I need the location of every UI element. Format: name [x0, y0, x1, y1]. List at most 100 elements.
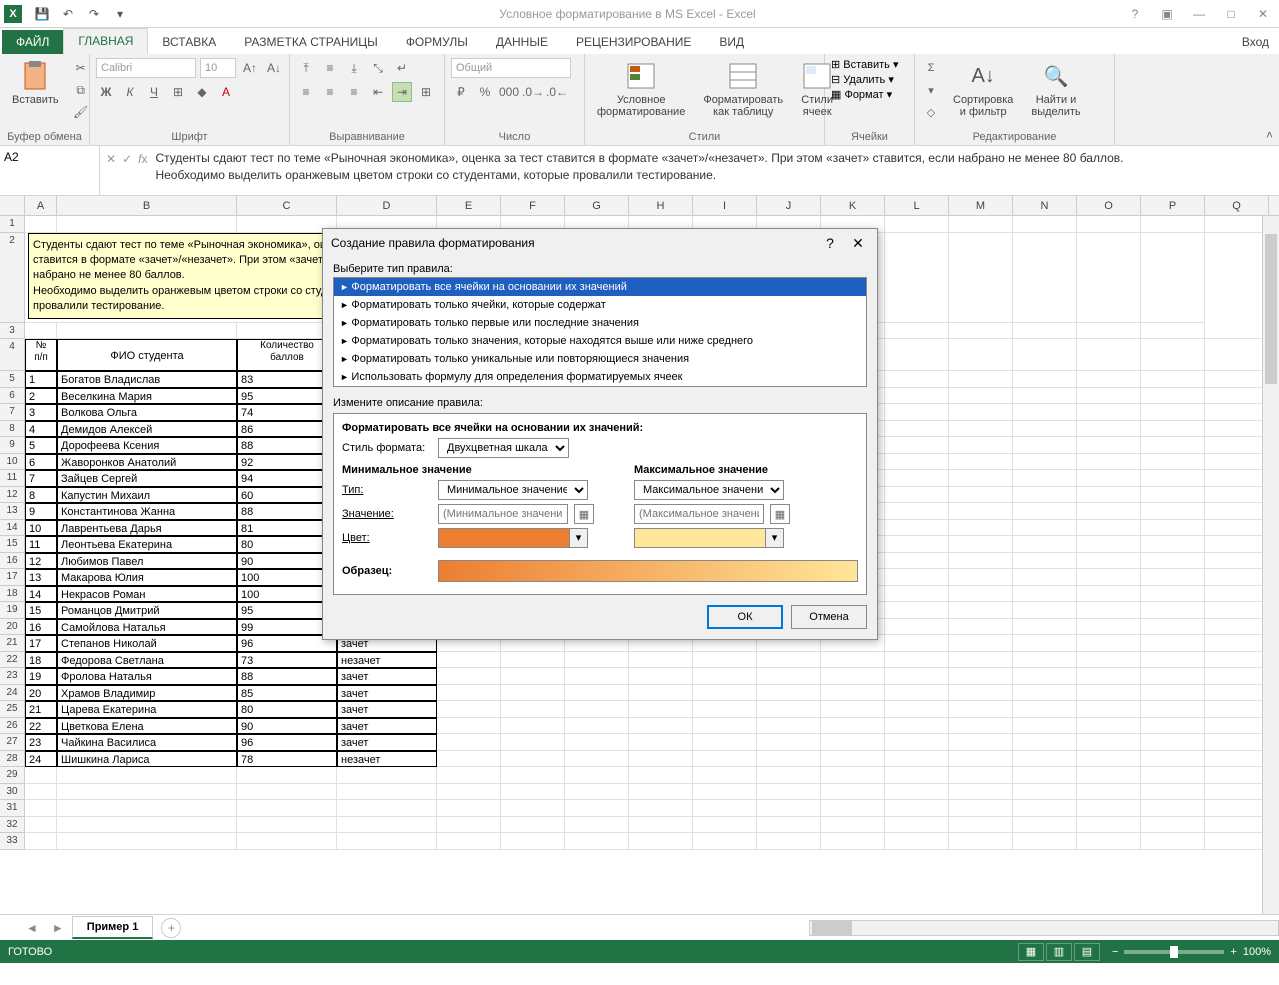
find-select-button[interactable]: 🔍Найти и выделить — [1025, 58, 1086, 120]
row-header[interactable]: 12 — [0, 487, 25, 504]
cell[interactable]: ФИО студента — [57, 339, 237, 371]
row-header[interactable]: 30 — [0, 784, 25, 801]
column-header[interactable]: D — [337, 196, 437, 215]
normal-view-icon[interactable]: ▦ — [1018, 943, 1044, 961]
page-break-view-icon[interactable]: ▤ — [1074, 943, 1100, 961]
cell[interactable]: зачет — [337, 685, 437, 702]
row-header[interactable]: 15 — [0, 536, 25, 553]
column-header[interactable]: F — [501, 196, 565, 215]
fill-color-icon[interactable]: ◆ — [192, 82, 212, 102]
column-header[interactable]: J — [757, 196, 821, 215]
cell[interactable]: Леонтьева Екатерина — [57, 536, 237, 553]
cell[interactable]: 5 — [25, 437, 57, 454]
cell[interactable]: Капустин Михаил — [57, 487, 237, 504]
name-box[interactable] — [4, 150, 95, 164]
cell[interactable]: Фролова Наталья — [57, 668, 237, 685]
row-header[interactable]: 3 — [0, 323, 25, 340]
autosum-icon[interactable]: Σ — [921, 58, 941, 78]
column-header[interactable]: A — [25, 196, 57, 215]
close-icon[interactable]: ✕ — [1251, 7, 1275, 21]
zoom-slider[interactable] — [1124, 950, 1224, 954]
clear-icon[interactable]: ◇ — [921, 102, 941, 122]
row-header[interactable]: 17 — [0, 569, 25, 586]
row-header[interactable]: 23 — [0, 668, 25, 685]
column-header[interactable]: O — [1077, 196, 1141, 215]
increase-decimal-icon[interactable]: .0→ — [523, 82, 543, 102]
cell[interactable]: Дорофеева Ксения — [57, 437, 237, 454]
cell[interactable] — [57, 323, 237, 340]
redo-icon[interactable]: ↷ — [82, 3, 106, 25]
align-top-icon[interactable]: ⤒ — [296, 58, 316, 78]
cell[interactable]: 9 — [25, 503, 57, 520]
cell[interactable] — [25, 800, 57, 817]
cell[interactable]: Богатов Владислав — [57, 371, 237, 388]
horizontal-scrollbar[interactable] — [809, 920, 1279, 936]
rule-type-item[interactable]: Форматировать только значения, которые н… — [334, 332, 866, 350]
cell[interactable] — [57, 767, 237, 784]
cell[interactable] — [337, 767, 437, 784]
row-header[interactable]: 6 — [0, 388, 25, 405]
cell[interactable]: Самойлова Наталья — [57, 619, 237, 636]
cell[interactable]: незачет — [337, 652, 437, 669]
cell[interactable]: 11 — [25, 536, 57, 553]
help-icon[interactable]: ? — [1123, 7, 1147, 21]
row-header[interactable]: 28 — [0, 751, 25, 768]
column-header[interactable]: B — [57, 196, 237, 215]
cell[interactable]: 1 — [25, 371, 57, 388]
align-right-icon[interactable]: ≡ — [344, 82, 364, 102]
min-value-input[interactable] — [438, 504, 568, 524]
cell[interactable]: 15 — [25, 602, 57, 619]
align-left-icon[interactable]: ≡ — [296, 82, 316, 102]
row-header[interactable]: 16 — [0, 553, 25, 570]
zoom-level[interactable]: 100% — [1243, 946, 1271, 958]
cell[interactable] — [237, 817, 337, 834]
cell[interactable] — [57, 784, 237, 801]
merge-icon[interactable]: ⊞ — [416, 82, 436, 102]
cell[interactable]: 3 — [25, 404, 57, 421]
minimize-icon[interactable]: — — [1187, 7, 1211, 21]
file-tab[interactable]: ФАЙЛ — [2, 30, 63, 54]
cancel-button[interactable]: Отмена — [791, 605, 867, 629]
cell[interactable]: 22 — [25, 718, 57, 735]
cell[interactable]: 85 — [237, 685, 337, 702]
bold-icon[interactable]: Ж — [96, 82, 116, 102]
row-header[interactable]: 33 — [0, 833, 25, 850]
format-style-select[interactable]: Двухцветная шкала — [438, 438, 569, 458]
cut-icon[interactable]: ✂ — [71, 58, 91, 78]
decrease-indent-icon[interactable]: ⇤ — [368, 82, 388, 102]
cell[interactable] — [25, 833, 57, 850]
maximize-icon[interactable]: □ — [1219, 7, 1243, 21]
row-header[interactable]: 7 — [0, 404, 25, 421]
cell[interactable]: 19 — [25, 668, 57, 685]
formula-text[interactable]: Студенты сдают тест по теме «Рыночная эк… — [155, 150, 1273, 184]
row-header[interactable]: 27 — [0, 734, 25, 751]
align-bottom-icon[interactable]: ⤓ — [344, 58, 364, 78]
tab-рецензирование[interactable]: РЕЦЕНЗИРОВАНИЕ — [562, 30, 705, 54]
qat-customize-icon[interactable]: ▾ — [108, 3, 132, 25]
sort-filter-button[interactable]: A↓Сортировка и фильтр — [947, 58, 1019, 120]
cell[interactable]: Демидов Алексей — [57, 421, 237, 438]
cell[interactable]: 96 — [237, 734, 337, 751]
row-header[interactable]: 31 — [0, 800, 25, 817]
min-value-ref-icon[interactable]: ▦ — [574, 504, 594, 524]
cell[interactable] — [237, 800, 337, 817]
cell[interactable] — [25, 216, 57, 233]
undo-icon[interactable]: ↶ — [56, 3, 80, 25]
max-value-input[interactable] — [634, 504, 764, 524]
add-sheet-button[interactable]: + — [161, 918, 181, 938]
font-size-combo[interactable]: 10 — [200, 58, 236, 78]
max-color-picker[interactable]: ▾ — [634, 528, 784, 548]
row-header[interactable]: 1 — [0, 216, 25, 233]
cell[interactable]: зачет — [337, 668, 437, 685]
cell[interactable]: зачет — [337, 701, 437, 718]
collapse-ribbon-icon[interactable]: ˄ — [1266, 128, 1273, 142]
rule-type-item[interactable]: Форматировать только первые или последни… — [334, 314, 866, 332]
min-color-picker[interactable]: ▾ — [438, 528, 588, 548]
align-center-icon[interactable]: ≡ — [320, 82, 340, 102]
format-as-table-button[interactable]: Форматировать как таблицу — [697, 58, 789, 120]
zoom-out-icon[interactable]: − — [1112, 946, 1118, 958]
cell[interactable]: 80 — [237, 701, 337, 718]
paste-button[interactable]: Вставить — [6, 58, 65, 108]
row-header[interactable]: 8 — [0, 421, 25, 438]
row-header[interactable]: 32 — [0, 817, 25, 834]
